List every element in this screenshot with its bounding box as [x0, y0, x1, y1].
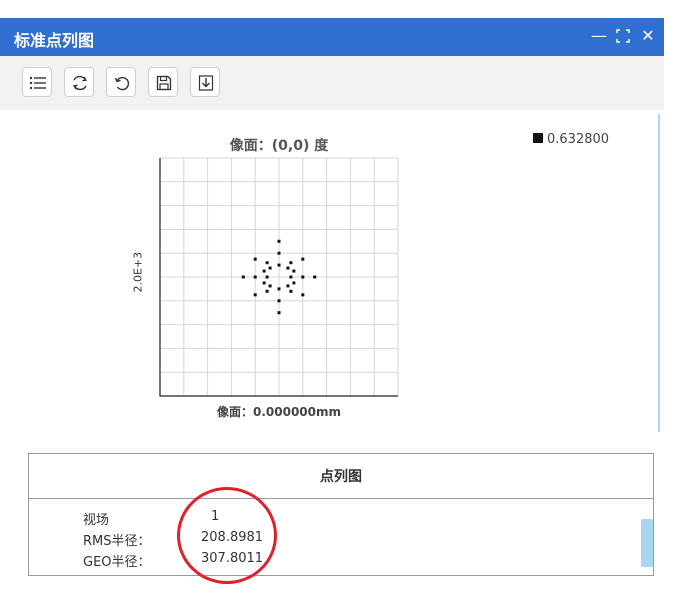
- legend-swatch: [533, 133, 543, 143]
- cut-off-row-top: ▔▔▔▔▔▔▔▔: [83, 499, 163, 508]
- spot-point: [277, 239, 281, 243]
- spot-point: [313, 275, 317, 279]
- maximize-icon[interactable]: [612, 25, 634, 47]
- download-button[interactable]: [190, 67, 220, 97]
- toolbar: [0, 56, 664, 110]
- x-axis-label: 像面：0.000000mm: [216, 405, 341, 419]
- legend-label: 0.632800: [547, 132, 610, 147]
- close-icon[interactable]: ✕: [637, 25, 659, 47]
- info-row-geo-radius: GEO半径： 307.8011: [83, 551, 263, 570]
- panel-scrollbar-thumb[interactable]: [641, 519, 653, 567]
- list-button[interactable]: [22, 67, 52, 97]
- highlight-annotation-circle: [177, 487, 277, 584]
- list-icon: [29, 76, 46, 90]
- download-icon: [198, 75, 214, 91]
- y-axis-label: 2.0E+3: [131, 251, 145, 293]
- window-title: 标准点列图: [14, 31, 95, 50]
- refresh-icon: [73, 75, 87, 91]
- spot-point: [277, 287, 281, 291]
- spot-point: [253, 275, 257, 279]
- spot-point: [277, 251, 281, 255]
- spot-diagram-chart: [159, 157, 399, 397]
- spot-point: [289, 289, 293, 293]
- spot-info-panel: 点列图 ▔▔▔▔▔▔▔▔ 视场 1 RMS半径： 208.8981 GEO半径：…: [28, 453, 654, 576]
- spot-point: [262, 269, 266, 273]
- spot-point: [277, 299, 281, 303]
- save-button[interactable]: [148, 67, 178, 97]
- spot-point: [292, 281, 296, 285]
- info-label: 视场: [83, 513, 110, 528]
- spot-point: [253, 257, 257, 261]
- refresh-button[interactable]: [64, 67, 94, 97]
- info-label: RMS半径：: [83, 534, 151, 549]
- plot-scrollbar[interactable]: [658, 114, 660, 432]
- spot-diagram-window: 标准点列图 — ✕ 像面：(0,0) 度 2.0E+3 像面：0.000000m…: [0, 0, 678, 596]
- spot-point: [289, 261, 293, 265]
- spot-point: [253, 293, 257, 297]
- spot-point: [301, 275, 305, 279]
- undo-button[interactable]: [106, 67, 136, 97]
- spot-point: [268, 284, 272, 288]
- title-bar: 标准点列图 — ✕: [0, 18, 664, 56]
- spot-point: [265, 261, 269, 265]
- spot-point: [301, 257, 305, 261]
- minimize-icon[interactable]: —: [588, 25, 610, 47]
- spot-point: [268, 266, 272, 270]
- info-row-rms-radius: RMS半径： 208.8981: [83, 530, 263, 549]
- plot-title: 像面：(0,0) 度: [229, 138, 329, 154]
- panel-body: ▔▔▔▔▔▔▔▔ 视场 1 RMS半径： 208.8981 GEO半径： 307…: [29, 499, 653, 575]
- maximize-icon-glyph: [616, 29, 630, 43]
- spot-point: [277, 263, 281, 267]
- spot-point: [286, 284, 290, 288]
- spot-point: [265, 275, 269, 279]
- legend: 0.632800: [533, 132, 609, 147]
- spot-point: [262, 281, 266, 285]
- info-label: GEO半径：: [83, 555, 151, 570]
- panel-title: 点列图: [29, 454, 653, 499]
- info-row-field: 视场 1: [83, 509, 219, 528]
- spot-point: [241, 275, 245, 279]
- save-icon: [156, 75, 172, 91]
- spot-point: [289, 275, 293, 279]
- grid: [159, 157, 399, 397]
- spot-point: [277, 311, 281, 315]
- undo-icon: [114, 76, 130, 91]
- spot-point: [301, 293, 305, 297]
- spot-point: [286, 266, 290, 270]
- spot-point: [265, 289, 269, 293]
- spot-point: [292, 269, 296, 273]
